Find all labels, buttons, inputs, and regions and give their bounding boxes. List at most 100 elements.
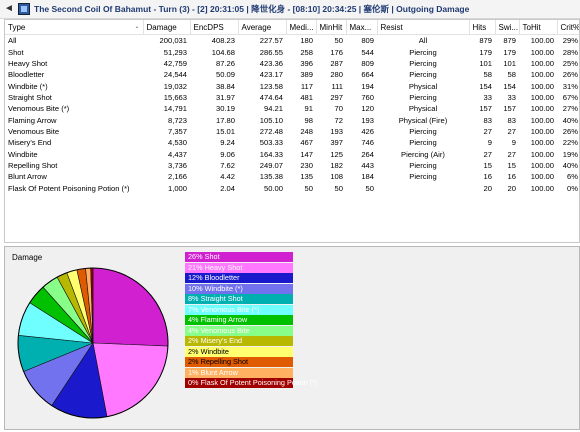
table-cell: 179 [503,47,516,57]
table-cell: 154 [479,81,492,91]
table-cell: 125 [330,149,343,159]
table-row[interactable]: Windbite 4,437 9.06 164.33 147 125 264 Piercing… [5,148,579,159]
table-cell: 67% [562,92,578,102]
table-row[interactable]: Venomous Bite 7,357 15.01 272.48 248 193 426 Pi… [5,126,579,137]
table-cell: 100.00 [530,115,554,125]
table-cell: 15 [483,160,492,170]
table-cell: 100.00 [530,70,554,80]
table-cell: 40% [562,115,578,125]
table-row[interactable]: Repelling Shot 3,736 7.62 249.07 230 182 443 Pi… [5,160,579,171]
table-cell: 20 [483,183,492,193]
table-row[interactable]: Misery's End 4,530 9.24 503.33 467 397 746 Pier… [5,137,579,148]
table-cell: Piercing [409,172,437,182]
legend-label: 2% Repelling Shot [188,357,249,366]
table-cell: 879 [479,36,492,46]
table-cell: 50.09 [215,70,235,80]
table-cell: 7.62 [220,160,235,170]
table-cell: 31.97 [215,92,235,102]
table-cell: Piercing [409,126,437,136]
damage-table: Type ⌄ Damage EncDPS Average Medi... MinH… [5,20,579,194]
table-row[interactable]: Venomous Bite (*) 14,791 30.19 94.21 91 70 120… [5,103,579,114]
table-row[interactable]: Blunt Arrow 2,166 4.42 135.38 135 108 184 Pierc… [5,171,579,182]
table-cell: 467 [300,138,313,148]
table-cell: 40% [562,160,578,170]
column-header-hits[interactable]: Hits [469,20,496,35]
damage-table-panel: Type ⌄ Damage EncDPS Average Medi... MinH… [4,19,580,243]
column-header-average[interactable]: Average [238,20,287,35]
table-cell: 16 [483,172,492,182]
column-header-maxhit[interactable]: Max... [346,20,378,35]
window-title: The Second Coil Of Bahamut - Turn (3) - … [34,4,470,14]
table-cell: All [8,36,17,46]
table-cell: 423.17 [259,70,283,80]
table-cell: 227.57 [259,36,283,46]
table-cell: 30.19 [215,104,235,114]
column-header-median[interactable]: Medi... [286,20,317,35]
table-cell: 193 [361,115,374,125]
table-cell: 249.07 [259,160,283,170]
table-cell: 147 [300,149,313,159]
table-row[interactable]: Heavy Shot 42,759 87.26 423.36 396 287 809 Pier… [5,58,579,69]
table-cell: 389 [300,70,313,80]
legend-label: 1% Blunt Arrow [188,367,238,377]
column-header-resist[interactable]: Resist [377,20,470,35]
column-header-swings[interactable]: Swi... [495,20,520,35]
column-header-encdps[interactable]: EncDPS [190,20,239,35]
table-cell: 176 [330,47,343,57]
table-cell: 194 [361,81,374,91]
table-cell: 2.04 [220,183,235,193]
pie-slice [92,267,169,347]
table-cell: 879 [503,36,516,46]
table-cell: 809 [361,36,374,46]
table-cell: 27 [483,149,492,159]
table-row[interactable]: Flaming Arrow 8,723 17.80 105.10 98 72 193 Phys… [5,114,579,125]
table-row[interactable]: Straight Shot 15,663 31.97 474.64 481 297 760 P… [5,92,579,103]
table-cell: Heavy Shot [8,58,48,68]
table-row[interactable]: Bloodletter 24,544 50.09 423.17 389 280 664 Pie… [5,69,579,80]
table-cell: Venomous Bite [8,126,60,136]
table-cell: 101 [503,58,516,68]
table-cell: 20 [507,183,516,193]
column-header-crit[interactable]: Crit% [557,20,579,35]
table-cell: 120 [361,104,374,114]
table-row[interactable]: All 200,031 408.23 227.57 180 50 809 All 879 879 1… [5,35,579,47]
table-row[interactable]: Flask Of Potent Poisoning Potion (*) 1,00… [5,182,579,193]
table-cell: 164.33 [259,149,283,159]
table-row[interactable]: Shot 51,293 104.68 286.55 258 176 544 Piercing 1… [5,46,579,57]
table-cell: 25% [562,58,578,68]
table-cell: 27 [507,149,516,159]
table-cell: Piercing [409,58,437,68]
table-cell: 87.26 [215,58,235,68]
table-cell: 157 [479,104,492,114]
column-header-tohit[interactable]: ToHit [519,20,558,35]
table-cell: Piercing [409,138,437,148]
table-cell: 1,000 [167,183,187,193]
table-cell: 443 [361,160,374,170]
table-cell: 72 [334,115,343,125]
column-header-damage[interactable]: Damage [143,20,191,35]
table-cell: Blunt Arrow [8,172,47,182]
table-cell: 481 [300,92,313,102]
table-cell: 0% [567,183,578,193]
table-cell: Windbite (*) [8,81,48,91]
table-cell: 83 [507,115,516,125]
column-header-type[interactable]: Type ⌄ [5,20,144,35]
table-cell: 184 [361,172,374,182]
table-cell: 15,663 [163,92,187,102]
table-cell: 105.10 [259,115,283,125]
table-cell: 31% [562,81,578,91]
table-cell: 50.00 [263,183,283,193]
table-cell: 264 [361,149,374,159]
back-arrow-icon[interactable]: ◄ [3,3,15,15]
table-cell: Venomous Bite (*) [8,104,70,114]
table-cell: 423.36 [259,58,283,68]
table-cell: 100.00 [530,47,554,57]
table-cell: 26% [562,126,578,136]
table-cell: 286.55 [259,47,283,57]
table-cell: Windbite [8,149,38,159]
table-row[interactable]: Windbite (*) 19,032 38.84 123.58 117 111 194 Ph… [5,80,579,91]
column-header-minhit[interactable]: MinHit [316,20,347,35]
table-cell: 50 [304,183,313,193]
table-cell: 94.21 [263,104,283,114]
table-cell: 58 [483,70,492,80]
